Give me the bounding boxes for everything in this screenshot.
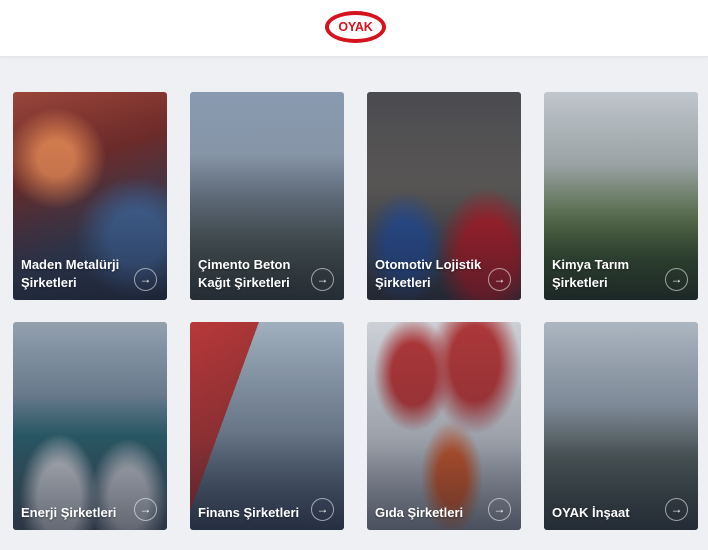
card-title: Enerji Şirketleri [21,504,117,520]
card-title: Çimento Beton Kağıt Şirketleri [198,257,291,290]
oyak-logo[interactable]: OYAK [325,11,386,43]
card-maden-metalurji[interactable]: Maden Metalürji Şirketleri → [13,92,167,300]
card-otomotiv-lojistik[interactable]: Otomotiv Lojistik Şirketleri → [367,92,521,300]
card-kimya-tarim[interactable]: Kimya Tarım Şirketleri → [544,92,698,300]
arrow-right-icon[interactable]: → [134,498,157,521]
card-title: Otomotiv Lojistik Şirketleri [375,257,482,290]
card-oyak-insaat[interactable]: OYAK İnşaat → [544,322,698,530]
card-gida[interactable]: Gıda Şirketleri → [367,322,521,530]
card-title: Gıda Şirketleri [375,504,464,520]
card-title: Finans Şirketleri [198,504,300,520]
logo-text: OYAK [338,20,373,34]
site-header: OYAK [0,0,708,57]
card-finans[interactable]: Finans Şirketleri → [190,322,344,530]
arrow-right-icon[interactable]: → [488,268,511,291]
card-cimento-beton-kagit[interactable]: Çimento Beton Kağıt Şirketleri → [190,92,344,300]
arrow-right-icon[interactable]: → [134,268,157,291]
card-title: Kimya Tarım Şirketleri [552,257,630,290]
card-title: OYAK İnşaat [552,504,630,520]
arrow-right-icon[interactable]: → [311,498,334,521]
arrow-right-icon[interactable]: → [665,268,688,291]
arrow-right-icon[interactable]: → [488,498,511,521]
card-enerji[interactable]: Enerji Şirketleri → [13,322,167,530]
arrow-right-icon[interactable]: → [311,268,334,291]
arrow-right-icon[interactable]: → [665,498,688,521]
card-title: Maden Metalürji Şirketleri [21,257,120,290]
